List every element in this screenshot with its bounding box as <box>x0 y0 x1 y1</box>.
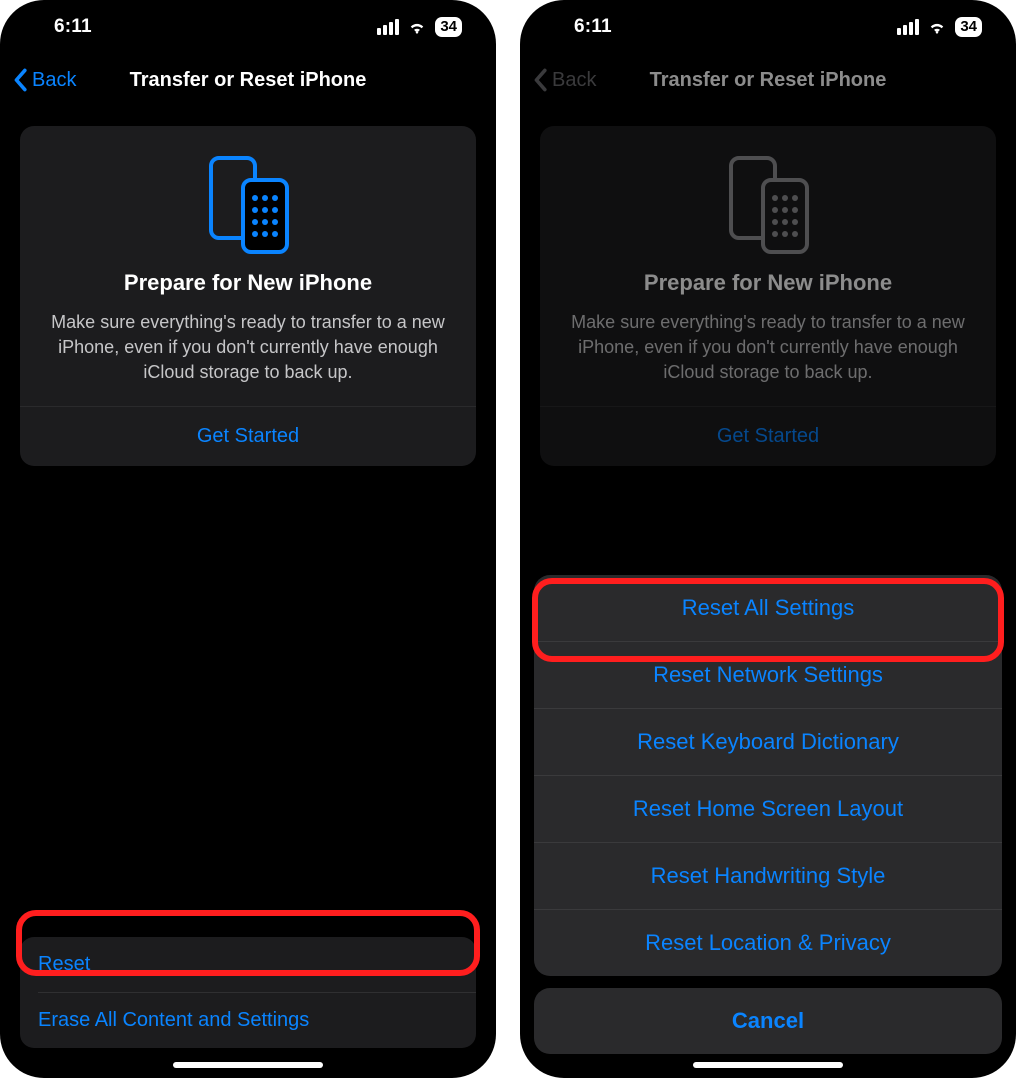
reset-keyboard-dictionary-button[interactable]: Reset Keyboard Dictionary <box>534 709 1002 775</box>
erase-all-row[interactable]: Erase All Content and Settings <box>20 993 476 1048</box>
home-indicator[interactable] <box>173 1062 323 1068</box>
phones-transfer-icon <box>42 150 454 258</box>
status-bar: 6:11 34 <box>0 0 496 54</box>
card-title: Prepare for New iPhone <box>42 270 454 296</box>
home-indicator[interactable] <box>693 1062 843 1068</box>
card-title: Prepare for New iPhone <box>562 270 974 296</box>
reset-home-screen-layout-button[interactable]: Reset Home Screen Layout <box>534 776 1002 842</box>
chevron-left-icon <box>12 68 28 92</box>
reset-all-settings-button[interactable]: Reset All Settings <box>534 575 1002 641</box>
status-indicators: 34 <box>377 17 462 37</box>
prepare-card: Prepare for New iPhone Make sure everyth… <box>20 126 476 466</box>
action-sheet: Reset All Settings Reset Network Setting… <box>534 575 1002 1054</box>
page-title: Transfer or Reset iPhone <box>650 69 887 92</box>
status-indicators: 34 <box>897 17 982 37</box>
get-started-button[interactable]: Get Started <box>42 407 454 466</box>
battery-badge: 34 <box>435 17 462 37</box>
status-time: 6:11 <box>574 16 612 38</box>
status-time: 6:11 <box>54 16 92 38</box>
back-button[interactable]: Back <box>12 68 76 92</box>
phone-left: 6:11 34 Back Transfer or Reset iPhone <box>0 0 496 1078</box>
back-label: Back <box>552 69 596 92</box>
reset-location-privacy-button[interactable]: Reset Location & Privacy <box>534 910 1002 976</box>
reset-network-settings-button[interactable]: Reset Network Settings <box>534 642 1002 708</box>
status-bar: 6:11 34 <box>520 0 1016 54</box>
wifi-icon <box>927 17 947 37</box>
reset-options-sheet: Reset All Settings Reset Network Setting… <box>534 575 1002 976</box>
phone-right: 6:11 34 Back Transfer or Reset iPhone <box>520 0 1016 1078</box>
phones-transfer-icon <box>562 150 974 258</box>
cellular-signal-icon <box>897 19 919 35</box>
page-title: Transfer or Reset iPhone <box>130 69 367 92</box>
reset-handwriting-style-button[interactable]: Reset Handwriting Style <box>534 843 1002 909</box>
nav-bar: Back Transfer or Reset iPhone <box>0 54 496 106</box>
chevron-left-icon <box>532 68 548 92</box>
card-description: Make sure everything's ready to transfer… <box>562 310 974 406</box>
back-label: Back <box>32 69 76 92</box>
nav-bar: Back Transfer or Reset iPhone <box>520 54 1016 106</box>
reset-row[interactable]: Reset <box>20 937 476 992</box>
back-button: Back <box>532 68 596 92</box>
battery-badge: 34 <box>955 17 982 37</box>
bottom-options-list: Reset Erase All Content and Settings <box>20 937 476 1048</box>
wifi-icon <box>407 17 427 37</box>
cellular-signal-icon <box>377 19 399 35</box>
get-started-button: Get Started <box>562 407 974 466</box>
prepare-card: Prepare for New iPhone Make sure everyth… <box>540 126 996 466</box>
cancel-button[interactable]: Cancel <box>534 988 1002 1054</box>
card-description: Make sure everything's ready to transfer… <box>42 310 454 406</box>
